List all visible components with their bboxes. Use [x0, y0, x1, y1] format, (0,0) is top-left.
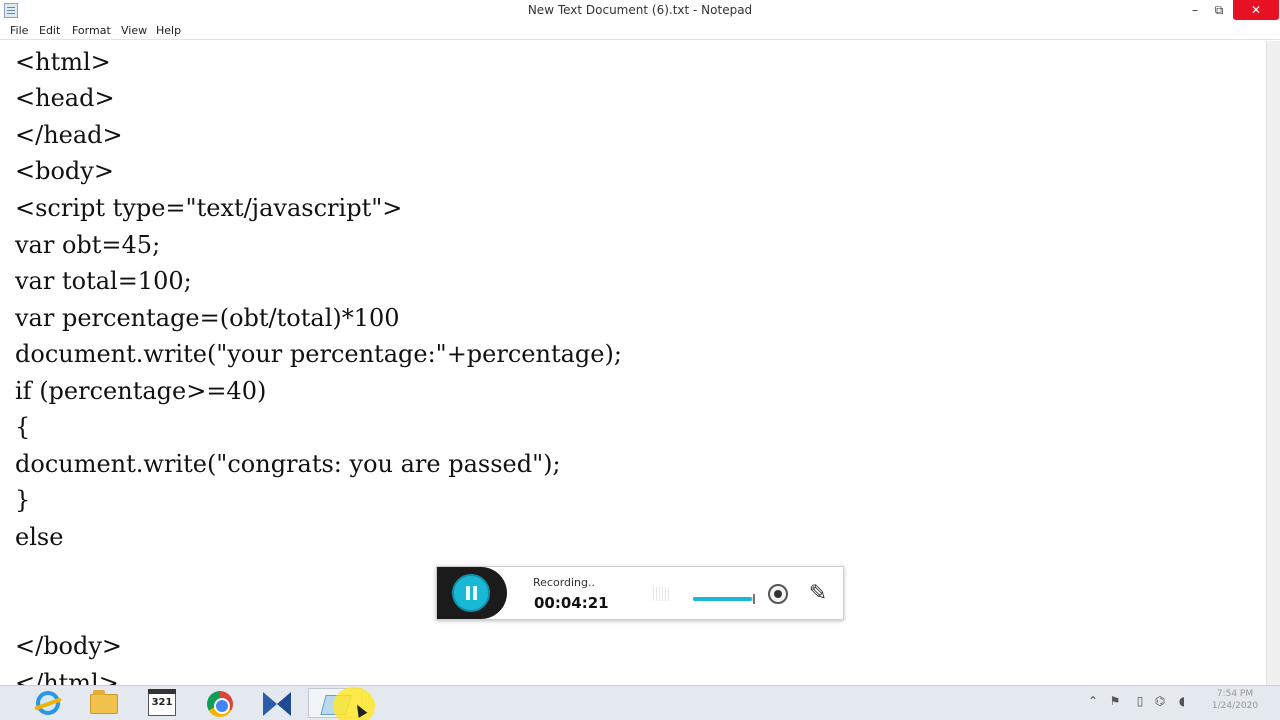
flag-icon[interactable]: ⚑ [1108, 690, 1122, 712]
code-line: <head> [15, 84, 115, 112]
volume-slider[interactable] [693, 594, 755, 604]
pause-recording-button[interactable] [437, 567, 507, 619]
recording-timer: 00:04:21 [534, 594, 609, 612]
menu-bar: File Edit Format View Help [0, 22, 1280, 40]
code-line: if (percentage>=40) [15, 377, 267, 405]
taskbar-visual-studio[interactable] [250, 688, 304, 718]
menu-help[interactable]: Help [156, 24, 181, 37]
code-line: document.write("your percentage:"+percen… [15, 340, 622, 368]
taskbar-calendar[interactable]: 321 [135, 688, 189, 718]
calendar-icon: 321 [148, 689, 176, 716]
drag-grip-icon[interactable] [653, 587, 671, 601]
taskbar-file-explorer[interactable] [77, 688, 131, 718]
menu-format[interactable]: Format [72, 24, 111, 37]
recording-status: Recording.. [533, 576, 596, 589]
code-line: </head> [15, 121, 123, 149]
minimize-button[interactable]: – [1184, 0, 1206, 20]
code-line: </body> [15, 632, 123, 660]
internet-explorer-icon [36, 691, 60, 715]
chrome-icon [207, 691, 233, 717]
taskbar-internet-explorer[interactable] [20, 688, 74, 718]
code-line: <html> [15, 48, 111, 76]
webcam-icon[interactable] [768, 584, 788, 604]
code-line: <script type="text/javascript"> [15, 194, 403, 222]
code-line: } [15, 486, 31, 514]
maximize-button[interactable]: ⧉ [1208, 0, 1230, 20]
code-line: var total=100; [15, 267, 192, 295]
battery-icon[interactable]: ▯ [1133, 690, 1147, 712]
volume-fill [693, 597, 752, 601]
pen-icon[interactable]: ✎ [805, 581, 831, 607]
vertical-scrollbar[interactable] [1266, 41, 1280, 685]
code-line: <body> [15, 157, 114, 185]
pause-icon [452, 574, 490, 612]
clock-time: 7:54 PM [1216, 689, 1254, 699]
chevron-up-icon[interactable]: ⌃ [1086, 690, 1100, 712]
menu-view[interactable]: View [121, 24, 147, 37]
code-line: var obt=45; [15, 231, 161, 259]
menu-edit[interactable]: Edit [39, 24, 60, 37]
file-explorer-icon [90, 690, 118, 714]
title-bar: New Text Document (6).txt - Notepad – ⧉ … [0, 0, 1280, 22]
system-clock[interactable]: 7:54 PM 1/24/2020 [1198, 688, 1272, 712]
volume-icon[interactable]: ◖ [1175, 690, 1189, 712]
menu-file[interactable]: File [10, 24, 28, 37]
code-line: </html> [15, 669, 119, 685]
code-line: var percentage=(obt/total)*100 [15, 304, 400, 332]
code-line: document.write("congrats: you are passed… [15, 450, 561, 478]
visual-studio-icon [263, 692, 291, 716]
clock-date: 1/24/2020 [1211, 701, 1259, 711]
volume-handle[interactable] [753, 594, 755, 604]
cursor-highlight [333, 687, 375, 720]
screen-recorder-widget: Recording.. 00:04:21 ✎ [436, 566, 844, 620]
close-button[interactable]: ✕ [1233, 0, 1279, 20]
network-icon[interactable]: ⌬ [1153, 690, 1167, 712]
taskbar-chrome[interactable] [192, 688, 246, 718]
window-title: New Text Document (6).txt - Notepad [527, 3, 753, 17]
code-line: else [15, 523, 64, 551]
code-line: { [15, 413, 31, 441]
